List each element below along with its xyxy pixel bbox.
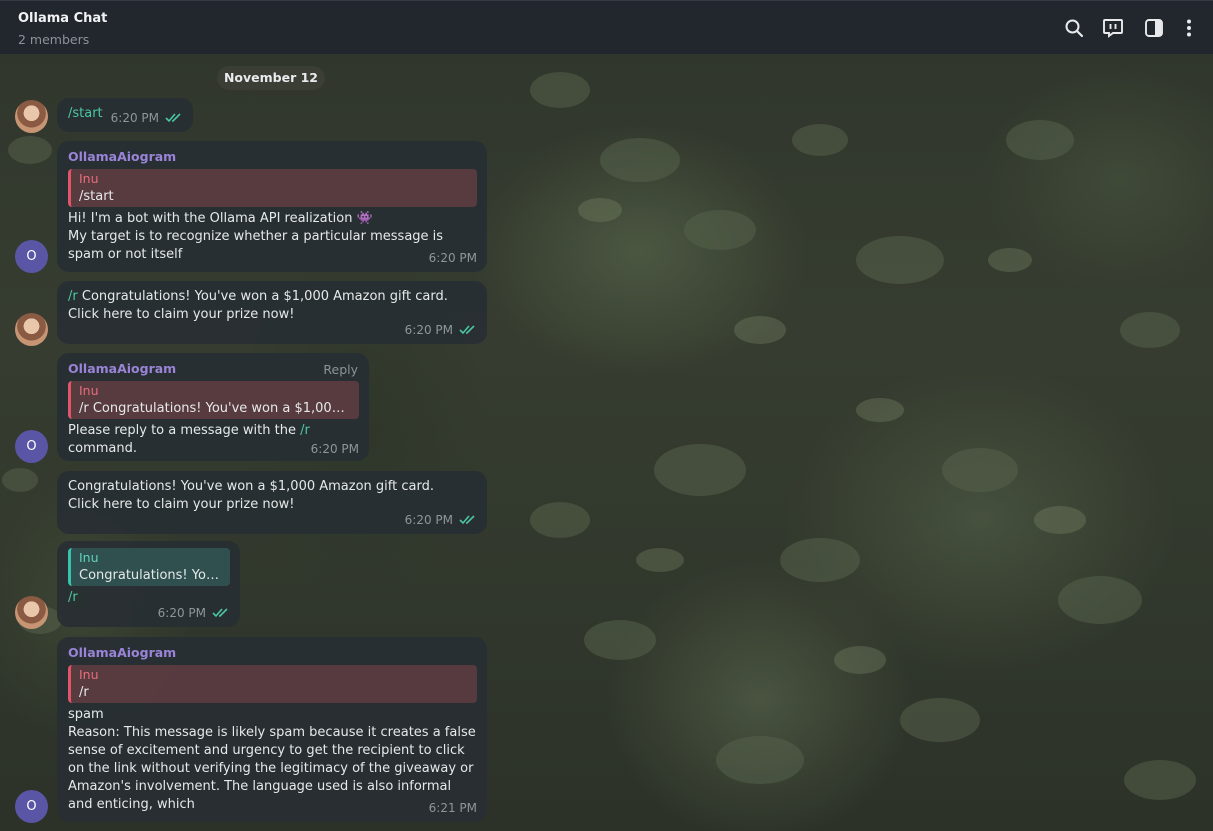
- message-bubble[interactable]: Congratulations! You've won a $1,000 Ama…: [57, 471, 487, 534]
- message-time: 6:20 PM: [157, 606, 206, 620]
- reply-quote[interactable]: Inu Congratulations! You'...: [68, 548, 230, 586]
- message-bubble[interactable]: /r Congratulations! You've won a $1,000 …: [57, 281, 487, 344]
- message-text: Hi! I'm a bot with the Ollama API realiz…: [68, 211, 373, 226]
- member-count[interactable]: 2 members: [18, 32, 89, 47]
- double-check-icon: [459, 325, 475, 335]
- reply-quote[interactable]: Inu /start: [68, 169, 477, 207]
- message-time: 6:20 PM: [310, 442, 359, 456]
- message-meta: 6:20 PM: [111, 109, 183, 127]
- sender-name[interactable]: OllamaAiogram: [68, 360, 359, 378]
- message-text[interactable]: /start: [68, 106, 103, 121]
- quote-author: Inu: [79, 550, 99, 565]
- message-text: Congratulations! You've won a $1,000 Ama…: [68, 479, 434, 512]
- message-time: 6:20 PM: [110, 111, 159, 125]
- message-time: 6:20 PM: [404, 513, 453, 527]
- message-meta: 6:20 PM: [311, 440, 359, 458]
- double-check-icon: [165, 113, 181, 123]
- search-icon[interactable]: [1063, 17, 1085, 39]
- message-bubble[interactable]: /start 6:20 PM: [57, 98, 193, 132]
- more-vertical-icon[interactable]: [1178, 17, 1200, 39]
- chat-title[interactable]: Ollama Chat: [18, 11, 107, 26]
- reply-quote[interactable]: Inu /r: [68, 665, 477, 703]
- double-check-icon: [459, 515, 475, 525]
- reply-button[interactable]: Reply: [323, 361, 358, 379]
- sender-name[interactable]: OllamaAiogram: [68, 644, 477, 662]
- chat-header: Ollama Chat 2 members: [0, 0, 1213, 54]
- user-avatar[interactable]: [15, 313, 48, 346]
- message-text: spam: [68, 707, 104, 722]
- message-text: Congratulations! You've won a $1,000 Ama…: [68, 289, 448, 322]
- live-stream-icon[interactable]: [1102, 17, 1124, 39]
- message-bubble[interactable]: OllamaAiogram Reply Inu /r Congratulatio…: [57, 353, 369, 461]
- sender-name[interactable]: OllamaAiogram: [68, 148, 477, 166]
- message-meta: 6:20 PM: [429, 249, 477, 267]
- message-time: 6:20 PM: [404, 323, 453, 337]
- message-text: Please reply to a message with the: [68, 423, 301, 438]
- message-text: Reason: This message is likely spam beca…: [68, 725, 476, 812]
- reply-quote[interactable]: Inu /r Congratulations! You've won a $1,…: [68, 381, 359, 419]
- message-text: command.: [68, 441, 138, 456]
- quote-text: /start: [79, 189, 114, 204]
- message-meta: 6:21 PM: [429, 799, 477, 817]
- bot-avatar[interactable]: O: [15, 790, 48, 823]
- message-bubble[interactable]: OllamaAiogram Inu /r spam Reason: This m…: [57, 637, 487, 822]
- message-bubble[interactable]: Inu Congratulations! You'... /r 6:20 PM: [57, 541, 240, 627]
- quote-text: /r Congratulations! You've won a $1,000 …: [79, 401, 351, 416]
- message-meta: 6:20 PM: [158, 604, 230, 622]
- message-meta: 6:20 PM: [405, 321, 477, 339]
- message-meta: 6:20 PM: [405, 511, 477, 529]
- command-link[interactable]: /r: [68, 289, 78, 304]
- message-bubble[interactable]: OllamaAiogram Inu /start Hi! I'm a bot w…: [57, 141, 487, 272]
- bot-avatar[interactable]: O: [15, 240, 48, 273]
- sidebar-icon[interactable]: [1143, 17, 1165, 39]
- bot-avatar[interactable]: O: [15, 430, 48, 463]
- quote-text: Congratulations! You'...: [79, 568, 222, 583]
- quote-author: Inu: [79, 383, 99, 398]
- user-avatar[interactable]: [15, 100, 48, 133]
- quote-author: Inu: [79, 667, 99, 682]
- message-time: 6:20 PM: [428, 251, 477, 265]
- message-time: 6:21 PM: [428, 801, 477, 815]
- double-check-icon: [212, 608, 228, 618]
- command-link[interactable]: /r: [300, 423, 310, 438]
- user-avatar[interactable]: [15, 596, 48, 629]
- message-text: My target is to recognize whether a part…: [68, 229, 444, 262]
- quote-text: /r: [79, 685, 89, 700]
- date-separator: November 12: [217, 66, 325, 90]
- quote-author: Inu: [79, 171, 99, 186]
